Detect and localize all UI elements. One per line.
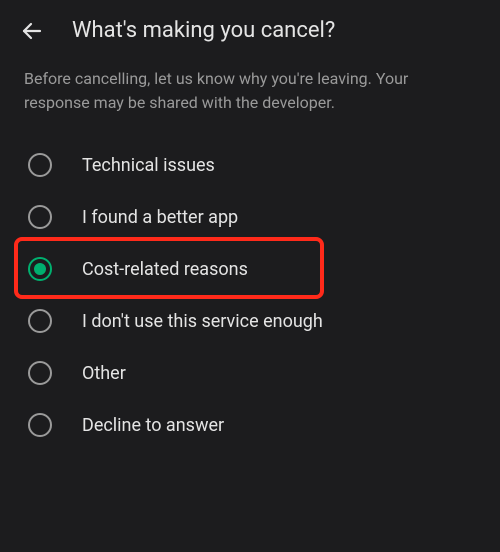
option-label: Cost-related reasons <box>82 259 248 280</box>
option-label: I don't use this service enough <box>82 311 323 332</box>
radio-icon <box>28 257 52 281</box>
option-decline-to-answer[interactable]: Decline to answer <box>0 399 500 451</box>
options-list: Technical issues I found a better app Co… <box>0 139 500 451</box>
back-icon[interactable] <box>20 19 44 43</box>
option-label: Technical issues <box>82 155 215 176</box>
option-label: Decline to answer <box>82 415 224 436</box>
option-technical-issues[interactable]: Technical issues <box>0 139 500 191</box>
option-cost-related[interactable]: Cost-related reasons <box>0 243 500 295</box>
option-label: I found a better app <box>82 207 238 228</box>
radio-icon <box>28 153 52 177</box>
radio-icon <box>28 309 52 333</box>
radio-icon <box>28 413 52 437</box>
radio-icon <box>28 361 52 385</box>
option-label: Other <box>82 363 126 384</box>
option-dont-use-enough[interactable]: I don't use this service enough <box>0 295 500 347</box>
radio-icon <box>28 205 52 229</box>
option-other[interactable]: Other <box>0 347 500 399</box>
header: What's making you cancel? <box>0 0 500 57</box>
option-found-better-app[interactable]: I found a better app <box>0 191 500 243</box>
page-title: What's making you cancel? <box>72 18 335 43</box>
description-text: Before cancelling, let us know why you'r… <box>0 57 500 139</box>
